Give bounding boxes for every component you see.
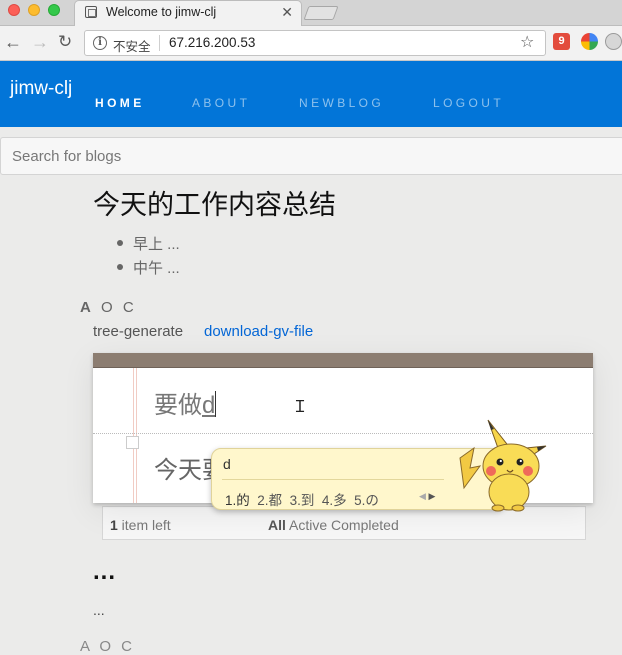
ime-prev-icon[interactable]: ◀ bbox=[419, 491, 426, 501]
browser-tab-bar: Welcome to jimw-clj ✕ bbox=[0, 0, 622, 26]
ime-candidate[interactable]: 4.多 bbox=[322, 493, 347, 508]
window-zoom-button[interactable] bbox=[48, 4, 60, 16]
ime-page-arrows[interactable]: ◀ ▶ bbox=[419, 491, 435, 502]
reload-icon[interactable]: ↻ bbox=[58, 32, 72, 52]
ime-candidate[interactable]: 2.都 bbox=[257, 493, 282, 508]
forward-arrow-icon[interactable]: → bbox=[31, 32, 49, 52]
ime-candidate[interactable]: 5.の bbox=[354, 493, 379, 508]
todo-checkbox[interactable] bbox=[126, 436, 139, 449]
info-icon[interactable]: i bbox=[93, 36, 107, 50]
text-cursor-icon: Ｉ bbox=[292, 399, 309, 416]
insecure-label[interactable]: 不安全 bbox=[113, 36, 151, 55]
tab-close-icon[interactable]: ✕ bbox=[281, 4, 293, 21]
filter-active[interactable]: Active bbox=[289, 517, 327, 533]
back-arrow-icon[interactable]: ← bbox=[4, 32, 22, 52]
list-item: 早上 ... bbox=[117, 233, 180, 257]
new-tab-button[interactable] bbox=[303, 6, 339, 20]
post-list: 早上 ... 中午 ... bbox=[117, 233, 180, 281]
aoc-toggle[interactable]: A O C bbox=[80, 638, 135, 655]
filter-all[interactable]: All bbox=[268, 517, 286, 533]
url-text[interactable]: 67.216.200.53 bbox=[169, 35, 255, 50]
tree-generate-link[interactable]: tree-generate bbox=[93, 323, 183, 340]
composing-text: d bbox=[202, 392, 216, 419]
pikachu-mascot-icon bbox=[459, 419, 547, 512]
nav-home[interactable]: HOME bbox=[95, 96, 145, 110]
ime-composition: d bbox=[223, 456, 231, 472]
nav-logout[interactable]: LOGOUT bbox=[433, 96, 504, 110]
nav-about[interactable]: ABOUT bbox=[192, 96, 250, 110]
address-bar[interactable]: i 不安全 67.216.200.53 bbox=[84, 30, 546, 56]
ime-candidate[interactable]: 3.到 bbox=[290, 493, 315, 508]
aoc-toggle[interactable]: A O C bbox=[80, 299, 137, 316]
ime-candidate[interactable]: 1.的 bbox=[225, 493, 250, 508]
page-favicon-icon bbox=[85, 6, 97, 18]
window-minimize-button[interactable] bbox=[28, 4, 40, 16]
nav-newblog[interactable]: NEWBLOG bbox=[299, 96, 384, 110]
site-brand[interactable]: jimw-clj bbox=[10, 78, 72, 100]
extension-color-icon[interactable] bbox=[581, 33, 598, 50]
browser-tab[interactable]: Welcome to jimw-clj ✕ bbox=[74, 0, 302, 26]
post-title: 今天的工作内容总结 bbox=[93, 190, 336, 220]
extension-grey-icon[interactable] bbox=[605, 33, 622, 50]
tab-title: Welcome to jimw-clj bbox=[106, 5, 217, 19]
text-caret bbox=[215, 391, 217, 417]
extension-badge-icon[interactable]: 9 bbox=[553, 33, 570, 50]
todo-header-bar bbox=[93, 353, 593, 368]
todo-count: 1 item left bbox=[110, 517, 171, 533]
new-todo-text[interactable]: 要做d bbox=[154, 385, 217, 420]
address-divider bbox=[159, 35, 160, 51]
window-close-button[interactable] bbox=[8, 4, 20, 16]
site-navbar: jimw-clj HOME ABOUT NEWBLOG LOGOUT bbox=[0, 61, 622, 127]
todo-filters: All Active Completed bbox=[268, 517, 399, 533]
aoc-oc-label[interactable]: O C bbox=[101, 299, 137, 316]
list-item: 中午 ... bbox=[117, 257, 180, 281]
ime-next-icon[interactable]: ▶ bbox=[428, 491, 435, 501]
search-input[interactable] bbox=[0, 137, 622, 175]
bookmark-star-icon[interactable]: ☆ bbox=[520, 32, 534, 52]
filter-completed[interactable]: Completed bbox=[331, 517, 399, 533]
ime-divider bbox=[222, 479, 444, 480]
post-body: ... bbox=[93, 602, 105, 618]
download-gv-file-link[interactable]: download-gv-file bbox=[204, 323, 313, 340]
ime-candidate-list: 1.的 2.都 3.到 4.多 5.の bbox=[225, 489, 379, 509]
aoc-a-label[interactable]: A bbox=[80, 299, 94, 316]
post-title: ... bbox=[93, 558, 117, 585]
